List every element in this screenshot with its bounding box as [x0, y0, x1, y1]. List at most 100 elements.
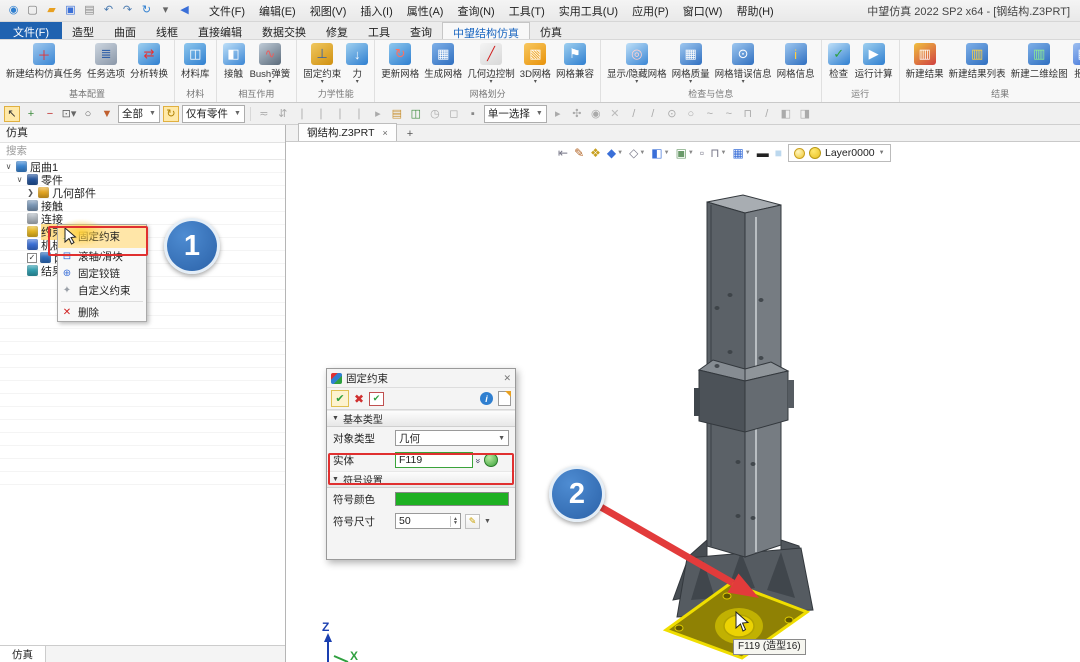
ribbon-button-[interactable]: ⇄分析转换: [128, 43, 170, 85]
shade-gold-icon[interactable]: ❖: [590, 146, 601, 160]
undo-icon[interactable]: ↶: [101, 3, 116, 18]
close-tab-icon[interactable]: ×: [382, 128, 387, 138]
clock-icon[interactable]: ◷: [427, 106, 443, 122]
ribbon-button-[interactable]: ⊙网格错误信息▾: [713, 43, 774, 85]
expander-icon[interactable]: ❯: [26, 188, 35, 197]
symbol-color-swatch[interactable]: [395, 492, 509, 506]
menu-item-2[interactable]: 视图(V): [303, 1, 354, 21]
sync-part-icon[interactable]: ↻: [163, 106, 179, 122]
menu-item-4[interactable]: 属性(A): [400, 1, 451, 21]
ribbon-button-[interactable]: ◫材料库: [179, 43, 212, 85]
menu-item-0[interactable]: 文件(F): [202, 1, 252, 21]
layer-chip[interactable]: Layer0000▼: [788, 144, 891, 162]
help-note-icon[interactable]: [498, 391, 511, 406]
box-select-icon[interactable]: ⊡▾: [61, 106, 77, 122]
info-icon[interactable]: i: [480, 392, 493, 405]
ribbon-tab-[interactable]: 修复: [316, 22, 358, 39]
qat-caret-icon[interactable]: ▾: [158, 3, 173, 18]
pick-arrow-icon[interactable]: ↖: [4, 106, 20, 122]
display-mode-icon[interactable]: ◧▼: [651, 146, 669, 160]
ribbon-button-3D[interactable]: ▧3D网格▾: [518, 43, 553, 85]
ribbon-button-Bush[interactable]: ∿Bush弹簧▾: [248, 43, 293, 85]
scope-select[interactable]: 全部▼: [118, 105, 160, 123]
ribbon-button-[interactable]: i网格信息: [775, 43, 817, 85]
ribbon-tab-[interactable]: 数据交换: [252, 22, 316, 39]
ribbon-button-[interactable]: ◎显示/隐藏网格▾: [605, 43, 669, 85]
lasso-icon[interactable]: ○: [80, 106, 96, 122]
section-basic-type[interactable]: ▼ 基本类型: [327, 410, 515, 427]
lightbulb-icon[interactable]: [794, 148, 805, 159]
add-icon[interactable]: +: [23, 106, 39, 122]
folder-icon[interactable]: ▤: [389, 106, 405, 122]
new-file-icon[interactable]: ▢: [25, 3, 40, 18]
ribbon-button-[interactable]: ⚑网格兼容: [554, 43, 596, 85]
ribbon-button-[interactable]: ↻更新网格: [379, 43, 421, 85]
align-icon[interactable]: ≂: [256, 106, 272, 122]
section-symbol-settings[interactable]: ▼ 符号设置: [327, 471, 515, 488]
app-logo-icon[interactable]: ◉: [6, 3, 21, 18]
filter-icon[interactable]: ▼: [99, 106, 115, 122]
menu-item-8[interactable]: 应用(P): [625, 1, 676, 21]
search-input[interactable]: 搜索: [0, 143, 285, 160]
ribbon-button-[interactable]: ≣任务选项: [85, 43, 127, 85]
layer-color-dot[interactable]: [809, 147, 821, 159]
expander-icon[interactable]: ∨: [15, 175, 24, 184]
col3-icon[interactable]: ∣: [332, 106, 348, 122]
ribbon-tab-F[interactable]: 文件(F): [0, 22, 62, 39]
ribbon-button-[interactable]: ↓力▾: [344, 43, 370, 85]
curve-icon[interactable]: ~: [702, 106, 718, 122]
pick3-icon[interactable]: ▸: [550, 106, 566, 122]
expander-icon[interactable]: ∨: [4, 162, 13, 171]
line3-icon[interactable]: /: [759, 106, 775, 122]
ribbon-button-[interactable]: ⊥固定约束▾: [301, 43, 343, 85]
background-icon[interactable]: ▣▼: [676, 146, 694, 160]
ribbon-button-[interactable]: ＋新建结构仿真任务: [4, 43, 84, 85]
chevron-down-icon[interactable]: ▼: [484, 518, 491, 525]
target-icon[interactable]: ◉: [588, 106, 604, 122]
ribbon-tab-[interactable]: 工具: [358, 22, 400, 39]
dialog-title-bar[interactable]: 固定约束 ✕: [327, 369, 515, 388]
menu-item-3[interactable]: 插入(I): [353, 1, 399, 21]
hand-icon[interactable]: ✣: [569, 106, 585, 122]
apply-button[interactable]: ✔: [369, 392, 384, 406]
ribbon-button-[interactable]: ▤报告: [1071, 43, 1080, 85]
trim-icon[interactable]: ✕: [607, 106, 623, 122]
menu-item-1[interactable]: 编辑(E): [252, 1, 303, 21]
ribbon-button-[interactable]: ✓检查: [826, 43, 852, 85]
open-file-icon[interactable]: ▰: [44, 3, 59, 18]
swap-icon[interactable]: ⇵: [275, 106, 291, 122]
stop-icon[interactable]: ▪: [465, 106, 481, 122]
tree-item-零件[interactable]: ∨零件: [0, 173, 285, 186]
checkbox[interactable]: ✓: [27, 253, 37, 263]
ribbon-tab-[interactable]: 仿真: [530, 22, 572, 39]
entity-input[interactable]: F119: [395, 452, 473, 468]
menu-item-固定约束[interactable]: ⊥固定约束: [58, 225, 146, 248]
document-tab[interactable]: 钢结构.Z3PRT ×: [298, 123, 397, 141]
spinner-arrows[interactable]: ▲▼: [450, 516, 460, 527]
view-cube-icon[interactable]: ◇▼: [629, 146, 645, 160]
line2-icon[interactable]: /: [645, 106, 661, 122]
menu-item-7[interactable]: 实用工具(U): [552, 1, 625, 21]
mini-window-icon[interactable]: ▫: [700, 146, 704, 160]
sync-icon[interactable]: ↻: [139, 3, 154, 18]
ribbon-tab-[interactable]: 查询: [400, 22, 442, 39]
ribbon-button-[interactable]: ▥新建结果列表: [947, 43, 1008, 85]
face2-icon[interactable]: ◨: [797, 106, 813, 122]
color-picker-icon[interactable]: ✎: [465, 514, 480, 529]
object-type-dropdown[interactable]: 几何 ▼: [395, 430, 509, 446]
col4-icon[interactable]: ∣: [351, 106, 367, 122]
menu-item-6[interactable]: 工具(T): [502, 1, 552, 21]
pick-entity-icon[interactable]: [484, 453, 498, 467]
ribbon-button-[interactable]: ▦网格质量▾: [670, 43, 712, 85]
light-square-icon[interactable]: ■: [775, 146, 782, 160]
circle-dot-icon[interactable]: ⊙: [664, 106, 680, 122]
symbol-size-input[interactable]: 50 ▲▼: [395, 513, 461, 529]
pick2-icon[interactable]: ▸: [370, 106, 386, 122]
ribbon-button-[interactable]: ▥新建结果: [904, 43, 946, 85]
circle-icon[interactable]: ○: [683, 106, 699, 122]
panel-footer-tab[interactable]: 仿真: [0, 646, 46, 662]
arc-icon[interactable]: ⊓: [740, 106, 756, 122]
ribbon-button-[interactable]: ╱几何边控制▾: [465, 43, 517, 85]
pick-mode-select[interactable]: 单一选择▼: [484, 105, 547, 123]
ribbon-tab-[interactable]: 线框: [146, 22, 188, 39]
